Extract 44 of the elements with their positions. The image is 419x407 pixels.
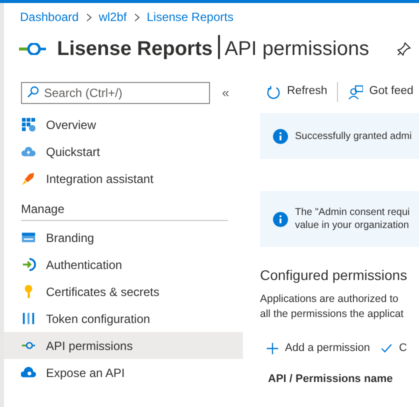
nav-item[interactable]: Branding xyxy=(4,224,243,251)
app-registration-icon xyxy=(19,43,47,55)
toolbar-button[interactable]: Got feed xyxy=(348,83,414,101)
refresh-icon xyxy=(266,84,281,100)
rocket-icon xyxy=(21,171,36,186)
pin-icon[interactable] xyxy=(397,42,411,56)
arrow-circle-icon xyxy=(21,257,36,272)
info-icon xyxy=(273,212,288,226)
nav-item[interactable]: Token configuration xyxy=(4,305,243,332)
checkmark-icon xyxy=(380,342,393,355)
page-subtitle: API permissions xyxy=(224,38,370,60)
nav-item[interactable]: Certificates & secrets xyxy=(4,278,243,305)
person-feedback-icon xyxy=(348,84,364,100)
nav-item[interactable]: Overview xyxy=(4,111,243,138)
search-field[interactable]: Search (Ctrl+/) xyxy=(21,82,210,104)
nav-item[interactable]: Quickstart xyxy=(4,138,243,165)
chevron-icon xyxy=(134,12,140,22)
info-icon xyxy=(273,128,288,144)
nav-item[interactable]: Expose an API xyxy=(4,359,243,386)
bars-icon xyxy=(21,311,36,326)
plus-icon xyxy=(266,342,279,355)
nav-item[interactable]: Integration assistant xyxy=(4,165,243,192)
section-heading: Manage xyxy=(21,201,64,218)
grid-icon xyxy=(21,117,36,132)
nav-item[interactable]: API permissions xyxy=(4,332,243,359)
toolbar-button[interactable]: Refresh xyxy=(266,83,328,101)
banner-text: Successfully granted admi xyxy=(295,130,412,142)
cloud-icon xyxy=(21,144,36,159)
breadcrumb-link[interactable]: wl2bf xyxy=(98,8,127,26)
chevron-icon xyxy=(86,12,92,22)
action-button[interactable]: C xyxy=(380,340,407,356)
breadcrumb-link[interactable]: Dashboard xyxy=(20,8,79,26)
page-title: Lisense Reports xyxy=(57,38,213,60)
breadcrumb-link[interactable]: Lisense Reports xyxy=(146,8,234,26)
collapse-button[interactable]: « xyxy=(222,83,230,103)
banner-text: The "Admin consent requi value in your organization xyxy=(295,206,410,232)
nav-item[interactable]: Authentication xyxy=(4,251,243,278)
column-header: API / Permissions name xyxy=(267,372,393,386)
section-title: Configured permissions xyxy=(260,266,408,285)
search-icon xyxy=(27,86,39,98)
card-icon xyxy=(21,230,36,245)
description-text: Applications are authorized to all the permissions the applicat xyxy=(260,292,404,322)
action-button[interactable]: Add a permission xyxy=(266,340,370,356)
cloud-icon xyxy=(21,365,36,380)
